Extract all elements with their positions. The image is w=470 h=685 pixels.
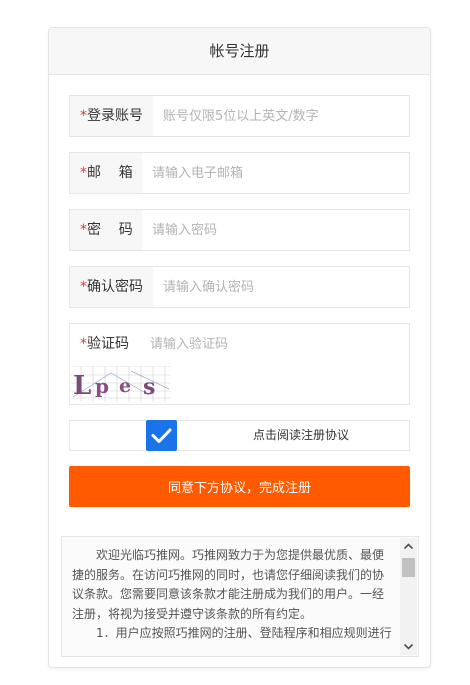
scroll-down-icon[interactable] bbox=[400, 638, 417, 655]
terms-paragraph: 1．用户应按照巧推网的注册、登陆程序和相应规则进行 bbox=[96, 626, 392, 640]
required-mark: * bbox=[80, 222, 87, 238]
agreement-checkbox[interactable] bbox=[146, 420, 177, 451]
registration-card: 帐号注册 *登录账号 *邮 箱 *密 码 *确认密码 *验证码 bbox=[48, 27, 431, 668]
account-field: *登录账号 bbox=[69, 95, 410, 137]
terms-scrollbar[interactable] bbox=[400, 538, 417, 655]
password-label: *密 码 bbox=[70, 210, 142, 250]
email-label: *邮 箱 bbox=[70, 153, 142, 193]
confirm-password-label: *确认密码 bbox=[70, 267, 153, 307]
required-mark: * bbox=[80, 108, 87, 124]
submit-button[interactable]: 同意下方协议，完成注册 bbox=[69, 466, 410, 507]
svg-text:p: p bbox=[95, 374, 109, 398]
terms-text: 欢迎光临巧推网。巧推网致力于为您提供最优质、最便捷的服务。在访问巧推网的同时，也… bbox=[72, 546, 392, 644]
svg-text:e: e bbox=[119, 375, 131, 397]
password-input[interactable] bbox=[142, 210, 409, 250]
svg-text:s: s bbox=[143, 374, 155, 400]
svg-text:L: L bbox=[73, 371, 91, 401]
agreement-row: 点击阅读注册协议 bbox=[69, 420, 410, 451]
email-input[interactable] bbox=[142, 153, 409, 193]
checkmark-icon bbox=[151, 428, 172, 443]
password-field: *密 码 bbox=[69, 209, 410, 251]
account-input[interactable] bbox=[153, 96, 409, 136]
agreement-link[interactable]: 点击阅读注册协议 bbox=[253, 421, 349, 450]
captcha-label: *验证码 bbox=[70, 324, 140, 364]
confirm-password-input[interactable] bbox=[153, 267, 409, 307]
captcha-image[interactable]: L p e s bbox=[71, 366, 171, 401]
captcha-input[interactable] bbox=[140, 324, 409, 364]
required-mark: * bbox=[80, 336, 87, 352]
email-field: *邮 箱 bbox=[69, 152, 410, 194]
terms-box: 欢迎光临巧推网。巧推网致力于为您提供最优质、最便捷的服务。在访问巧推网的同时，也… bbox=[61, 536, 419, 657]
scroll-thumb[interactable] bbox=[402, 558, 415, 577]
captcha-field: *验证码 L p e s bbox=[69, 323, 410, 405]
confirm-password-field: *确认密码 bbox=[69, 266, 410, 308]
page-title: 帐号注册 bbox=[49, 28, 430, 75]
scroll-up-icon[interactable] bbox=[400, 538, 417, 555]
terms-paragraph: 欢迎光临巧推网。巧推网致力于为您提供最优质、最便捷的服务。在访问巧推网的同时，也… bbox=[72, 548, 385, 621]
required-mark: * bbox=[80, 165, 87, 181]
account-label: *登录账号 bbox=[70, 96, 153, 136]
required-mark: * bbox=[80, 279, 87, 295]
